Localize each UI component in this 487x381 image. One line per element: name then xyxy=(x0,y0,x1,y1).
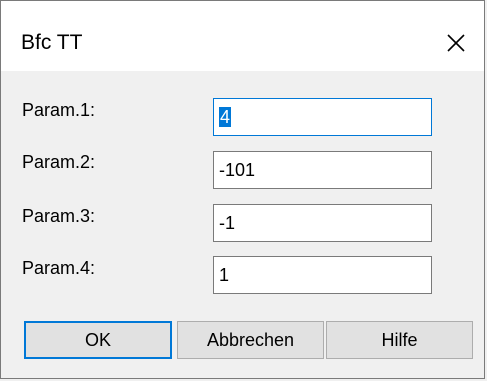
param-3-label: Param.3: xyxy=(22,206,96,226)
dialog-title: Bfc TT xyxy=(21,31,83,54)
param-1-label: Param.1: xyxy=(22,100,96,120)
help-button[interactable]: Hilfe xyxy=(326,321,473,359)
dialog-window: Bfc TT Param.1: 4 Param.2: -101 Param.3:… xyxy=(0,0,485,379)
close-button[interactable] xyxy=(436,25,476,61)
ok-button[interactable]: OK xyxy=(24,321,172,359)
cancel-button[interactable]: Abbrechen xyxy=(177,321,324,359)
close-icon xyxy=(447,34,465,52)
param-4-label: Param.4: xyxy=(22,258,96,278)
title-bar: Bfc TT xyxy=(1,1,484,71)
param-3-field[interactable]: -1 xyxy=(213,204,432,242)
param-2-value: -101 xyxy=(219,160,256,180)
param-1-value: 4 xyxy=(219,107,232,127)
param-4-field[interactable]: 1 xyxy=(213,256,432,294)
param-3-value: -1 xyxy=(219,213,236,233)
param-2-label: Param.2: xyxy=(22,152,96,172)
param-1-field[interactable]: 4 xyxy=(213,98,432,136)
param-4-value: 1 xyxy=(219,265,230,285)
param-2-field[interactable]: -101 xyxy=(213,151,432,189)
